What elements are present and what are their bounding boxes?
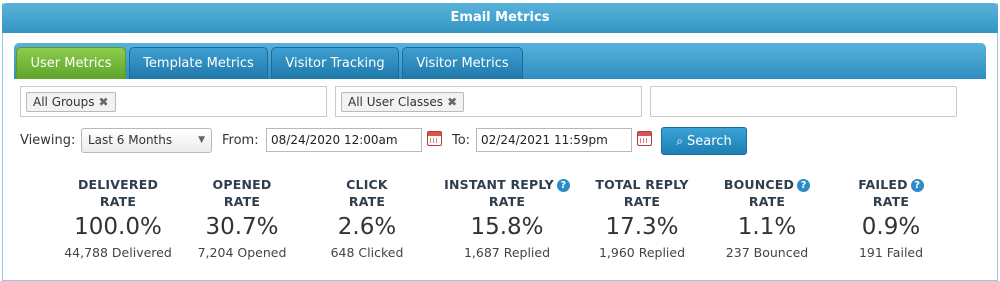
metric-count: 237 Bounced	[725, 245, 809, 260]
metric-value: 30.7%	[205, 214, 279, 240]
from-calendar-icon[interactable]	[427, 131, 442, 146]
metric-opened: OPENED RATE 30.7% 7,204 Opened	[177, 176, 307, 260]
metric-value: 100.0%	[74, 214, 162, 240]
metric-count: 648 Clicked	[330, 245, 404, 260]
metric-heading: DELIVERED RATE	[53, 176, 183, 210]
metric-count: 191 Failed	[858, 245, 924, 260]
help-icon[interactable]: ?	[797, 179, 811, 192]
metric-heading: INSTANT REPLY? RATE	[434, 176, 580, 210]
metric-heading-line2: RATE	[488, 194, 526, 209]
search-icon: ⌕	[676, 134, 684, 148]
user-classes-filter-input[interactable]: All User Classes ✖	[335, 86, 642, 117]
metric-heading-line2: RATE	[748, 194, 786, 209]
panel-title: Email Metrics	[2, 3, 998, 33]
metric-value: 15.8%	[470, 214, 544, 240]
groups-tag-label: All Groups	[33, 95, 95, 109]
metric-value: 17.3%	[605, 214, 679, 240]
metric-click: CLICK RATE 2.6% 648 Clicked	[302, 176, 432, 260]
metric-heading: CLICK RATE	[302, 176, 432, 210]
metric-heading-line2: RATE	[872, 194, 910, 209]
search-button-label: Search	[687, 134, 732, 149]
metric-heading-line1: INSTANT REPLY	[444, 177, 554, 192]
groups-filter-input[interactable]: All Groups ✖	[20, 86, 327, 117]
metric-heading-line1: BOUNCED	[723, 177, 795, 192]
metric-heading: BOUNCED? RATE	[702, 176, 832, 210]
metric-heading: TOTAL REPLY RATE	[577, 176, 707, 210]
to-date-input[interactable]: 02/24/2021 11:59pm	[476, 128, 632, 152]
search-button[interactable]: ⌕ Search	[661, 127, 747, 155]
remove-groups-tag-icon[interactable]: ✖	[98, 95, 108, 109]
metric-heading-line1: CLICK	[346, 177, 388, 192]
metric-heading-line2: RATE	[623, 194, 661, 209]
metric-heading-line2: RATE	[223, 194, 261, 209]
tab-visitor-metrics[interactable]: Visitor Metrics	[402, 47, 523, 79]
metric-count: 1,687 Replied	[463, 245, 551, 260]
user-classes-tag: All User Classes ✖	[341, 92, 465, 112]
to-label: To:	[452, 133, 471, 148]
chevron-down-icon: ▼	[198, 135, 205, 145]
to-calendar-icon[interactable]	[637, 131, 652, 146]
metric-bounced: BOUNCED? RATE 1.1% 237 Bounced	[702, 176, 832, 260]
viewing-select-value: Last 6 Months	[88, 133, 173, 147]
help-icon[interactable]: ?	[910, 179, 924, 192]
metric-heading-line2: RATE	[348, 194, 386, 209]
metric-value: 1.1%	[737, 214, 797, 240]
tab-bar: User Metrics Template Metrics Visitor Tr…	[14, 43, 986, 79]
metric-failed: FAILED? RATE 0.9% 191 Failed	[826, 176, 956, 260]
metric-heading-line1: FAILED	[858, 177, 908, 192]
from-label: From:	[222, 133, 259, 148]
metric-heading-line1: DELIVERED	[77, 177, 159, 192]
metric-value: 2.6%	[337, 214, 397, 240]
help-icon[interactable]: ?	[556, 179, 570, 192]
groups-tag: All Groups ✖	[26, 92, 116, 112]
tab-visitor-tracking[interactable]: Visitor Tracking	[271, 47, 399, 79]
metric-heading: FAILED? RATE	[826, 176, 956, 210]
metric-delivered: DELIVERED RATE 100.0% 44,788 Delivered	[53, 176, 183, 260]
tab-template-metrics[interactable]: Template Metrics	[129, 47, 268, 79]
metric-heading-line1: OPENED	[212, 177, 272, 192]
metric-count: 44,788 Delivered	[64, 245, 172, 260]
extra-filter-input[interactable]	[650, 86, 957, 117]
from-date-input[interactable]: 08/24/2020 12:00am	[266, 128, 422, 152]
metric-heading-line2: RATE	[99, 194, 137, 209]
metric-count: 7,204 Opened	[197, 245, 287, 260]
metric-instant-reply: INSTANT REPLY? RATE 15.8% 1,687 Replied	[434, 176, 580, 260]
viewing-select[interactable]: Last 6 Months ▼	[81, 128, 212, 153]
metric-heading-line1: TOTAL REPLY	[595, 177, 689, 192]
metric-heading: OPENED RATE	[177, 176, 307, 210]
tab-user-metrics[interactable]: User Metrics	[16, 47, 126, 79]
metric-total-reply: TOTAL REPLY RATE 17.3% 1,960 Replied	[577, 176, 707, 260]
metric-value: 0.9%	[861, 214, 921, 240]
user-classes-tag-label: All User Classes	[348, 95, 444, 109]
viewing-label: Viewing:	[20, 133, 76, 148]
metric-count: 1,960 Replied	[598, 245, 686, 260]
remove-user-classes-tag-icon[interactable]: ✖	[447, 95, 457, 109]
